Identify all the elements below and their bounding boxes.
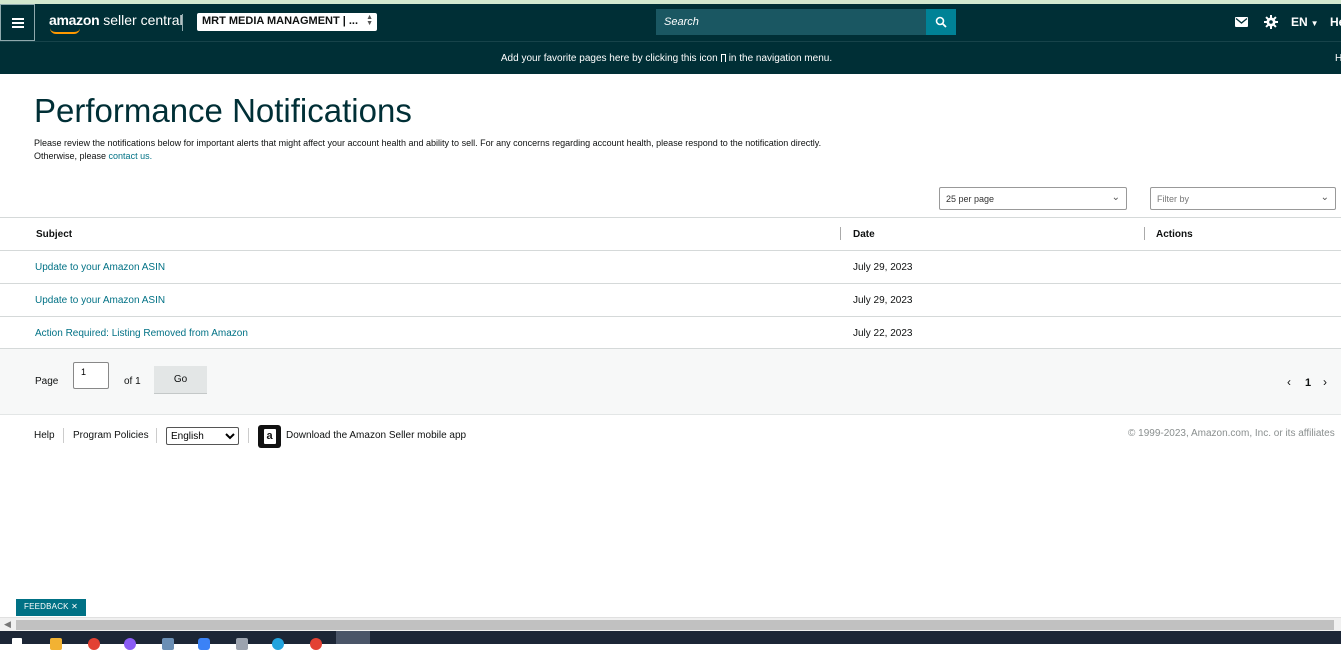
app-icon[interactable] [236, 638, 248, 650]
chrome-icon[interactable] [88, 638, 100, 650]
favorites-message-after: in the navigation menu. [728, 53, 833, 64]
app-icon[interactable] [272, 638, 284, 650]
search-input[interactable]: Search [656, 9, 926, 35]
footer: Help Program Policies English a Download… [0, 416, 1341, 456]
page-intro: Please review the notifications below fo… [34, 137, 934, 163]
chevron-left-icon[interactable]: ‹ [1287, 375, 1291, 389]
folder-icon[interactable] [50, 638, 62, 650]
page-label: Page [35, 376, 59, 387]
notifications-table: Subject Date Actions Update to your Amaz… [0, 217, 1341, 350]
notification-subject-link[interactable]: Update to your Amazon ASIN [35, 262, 165, 273]
page-count-label: of 1 [124, 376, 141, 387]
account-name: MRT MEDIA MANAGMENT | ... [202, 15, 359, 27]
page-title: Performance Notifications [34, 92, 412, 129]
help-link[interactable]: Help [34, 430, 55, 441]
table-row: Update to your Amazon ASIN July 29, 2023 [0, 284, 1341, 317]
favorites-bar: Add your favorite pages here by clicking… [0, 41, 1341, 74]
logo-divider [182, 14, 183, 31]
windows-start-icon[interactable] [12, 638, 22, 648]
bookmark-icon [720, 54, 726, 62]
table-row: Update to your Amazon ASIN July 29, 2023 [0, 251, 1341, 284]
footer-language-select[interactable]: English [166, 427, 239, 445]
download-app-link[interactable]: Download the Amazon Seller mobile app [286, 430, 466, 441]
language-selector[interactable]: EN ▼ [1291, 15, 1319, 29]
favorites-message: Add your favorite pages here by clicking… [0, 53, 1333, 64]
copyright-text: © 1999-2023, Amazon.com, Inc. or its aff… [1128, 428, 1335, 439]
column-divider [1144, 227, 1145, 240]
language-label: EN [1291, 15, 1308, 29]
search-icon [935, 16, 947, 28]
current-page-number[interactable]: 1 [1305, 377, 1311, 389]
filter-select[interactable]: Filter by ⌄ [1150, 187, 1336, 210]
go-button[interactable]: Go [154, 366, 207, 394]
app-icon[interactable] [198, 638, 210, 650]
updown-arrows-icon: ▲ ▼ [366, 14, 373, 27]
feedback-button[interactable]: FEEDBACK ✕ [16, 599, 87, 616]
header-subject[interactable]: Subject [36, 229, 72, 240]
seller-central-logo[interactable]: amazon seller central [49, 12, 183, 34]
header-date[interactable]: Date [853, 229, 875, 240]
scrollbar-thumb[interactable] [16, 620, 1334, 630]
chevron-down-icon: ⌄ [1111, 192, 1120, 203]
app-icon[interactable] [124, 638, 136, 650]
scroll-left-icon[interactable]: ◀ [4, 619, 11, 630]
intro-line-2-prefix: Otherwise, please [34, 151, 109, 161]
notification-date: July 29, 2023 [853, 295, 913, 306]
contact-us-link[interactable]: contact us. [109, 151, 153, 161]
table-row: Action Required: Listing Removed from Am… [0, 317, 1341, 350]
search-button[interactable] [926, 9, 956, 35]
header-actions: Actions [1156, 229, 1193, 240]
logo-brand: amazon [49, 12, 100, 28]
hamburger-icon [11, 21, 24, 24]
gear-icon[interactable] [1264, 15, 1278, 29]
notification-date: July 29, 2023 [853, 262, 913, 273]
feedback-label: FEEDBACK [24, 602, 69, 611]
filter-placeholder: Filter by [1157, 194, 1190, 204]
amazon-smile-icon [50, 28, 80, 34]
intro-line-2: Otherwise, please contact us. [34, 150, 934, 163]
favorites-message-before: Add your favorite pages here by clicking… [500, 53, 718, 64]
notification-date: July 22, 2023 [853, 328, 913, 339]
column-divider [840, 227, 841, 240]
mail-icon[interactable] [1235, 17, 1248, 27]
notification-subject-link[interactable]: Action Required: Listing Removed from Am… [35, 328, 248, 339]
caret-down-icon: ▼ [1310, 19, 1319, 28]
intro-line-1: Please review the notifications below fo… [34, 138, 822, 148]
hamburger-menu-button[interactable] [0, 4, 35, 41]
per-page-select[interactable]: 25 per page ⌄ [939, 187, 1127, 210]
page-number-input[interactable] [73, 362, 109, 389]
amazon-app-icon[interactable]: a [258, 425, 281, 448]
chevron-right-icon[interactable]: › [1323, 375, 1327, 389]
logo-product: seller central [103, 12, 183, 28]
per-page-value: 25 per page [946, 194, 995, 204]
footer-divider [156, 428, 157, 443]
horizontal-scrollbar[interactable]: ◀ [0, 617, 1341, 631]
top-nav: amazon seller central MRT MEDIA MANAGMEN… [0, 4, 1341, 41]
nav-cut-text: He [1330, 15, 1341, 29]
footer-divider [63, 428, 64, 443]
close-icon[interactable]: ✕ [71, 602, 78, 611]
footer-divider [248, 428, 249, 443]
notification-subject-link[interactable]: Update to your Amazon ASIN [35, 295, 165, 306]
favorites-cut-text: H [1335, 53, 1341, 64]
table-header: Subject Date Actions [0, 218, 1341, 251]
chevron-down-icon: ⌄ [1320, 192, 1329, 203]
app-icon[interactable] [310, 638, 322, 650]
os-taskbar [0, 631, 1341, 650]
active-app-tab[interactable] [336, 631, 370, 644]
program-policies-link[interactable]: Program Policies [73, 430, 149, 441]
app-icon[interactable] [162, 638, 174, 650]
pagination-bar: Page of 1 Go ‹ 1 › [0, 348, 1341, 415]
account-switcher[interactable]: MRT MEDIA MANAGMENT | ... ▲ ▼ [197, 13, 377, 31]
